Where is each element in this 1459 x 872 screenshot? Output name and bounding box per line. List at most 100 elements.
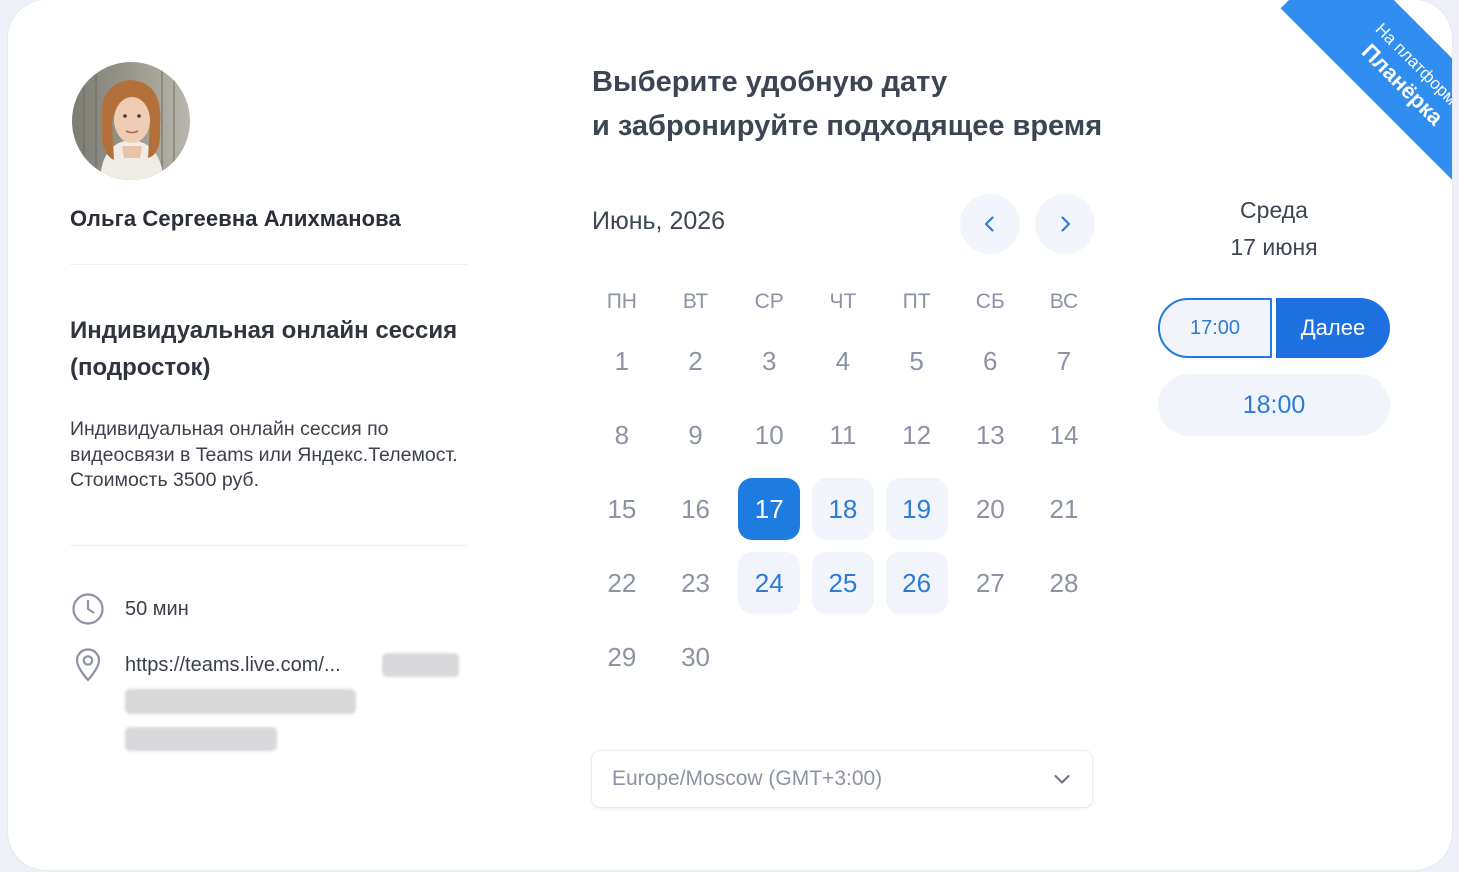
- location-pin-icon: [70, 647, 106, 683]
- calendar-day: 29: [585, 620, 659, 694]
- calendar-day: 8: [585, 398, 659, 472]
- calendar-week-row: 15 16 17 18 19 20 21: [585, 472, 1101, 546]
- redacted-text: [125, 689, 356, 714]
- calendar-empty-cell: [1027, 620, 1101, 694]
- calendar-day: 10: [732, 398, 806, 472]
- weekday-label: ВС: [1049, 290, 1079, 313]
- calendar-day-number: 29: [607, 641, 637, 672]
- calendar-day: 7: [1027, 324, 1101, 398]
- calendar-day-number: 30: [681, 641, 710, 672]
- selected-day-heading: Среда 17 июня: [1158, 192, 1390, 266]
- calendar-day: 11: [806, 398, 880, 472]
- calendar-day-number: 25: [811, 552, 874, 614]
- calendar-empty-cell: [806, 620, 880, 694]
- heading-line-2: и забронируйте подходящее время: [592, 110, 1103, 142]
- calendar-day-number: 8: [614, 419, 630, 450]
- calendar-day-available[interactable]: 24: [732, 546, 806, 620]
- calendar-day-number: 26: [885, 552, 948, 614]
- month-label: Июнь, 2026: [592, 207, 726, 235]
- calendar-day-number: 16: [681, 493, 710, 524]
- weekday-label: ПТ: [902, 290, 931, 313]
- platform-ribbon[interactable]: На платформе Планёрка: [1280, 0, 1452, 207]
- calendar-day-number: 13: [975, 419, 1005, 450]
- calendar-days: 1 2 3 4 5 6 7 8 9 10 11 12 13 14 15 16 17 18 19 20 21 22 23 24 2…: [585, 324, 1101, 694]
- avatar-photo: [72, 62, 190, 180]
- calendar-day-number: 19: [885, 478, 948, 540]
- calendar-day-number: 12: [902, 419, 932, 450]
- timezone-value: Europe/Moscow (GMT+3:00): [612, 767, 883, 790]
- calendar-day: 1: [585, 324, 659, 398]
- calendar-day: 14: [1027, 398, 1101, 472]
- calendar-day: 21: [1027, 472, 1101, 546]
- calendar-day: 15: [585, 472, 659, 546]
- clock-icon: [70, 591, 106, 627]
- calendar-day-available[interactable]: 26: [880, 546, 954, 620]
- avatar: [72, 62, 190, 180]
- calendar-empty-cell: [953, 620, 1027, 694]
- chevron-left-icon: [984, 216, 994, 232]
- prev-month-button[interactable]: [960, 194, 1020, 254]
- calendar-day-number: 10: [754, 419, 784, 450]
- chevron-down-icon: [1054, 775, 1070, 784]
- location-link[interactable]: https://teams.live.com/...: [125, 654, 341, 677]
- next-button[interactable]: Далее: [1276, 298, 1390, 358]
- calendar-day-number: 3: [761, 345, 777, 376]
- calendar-day-number: 20: [975, 493, 1005, 524]
- calendar-day-number: 15: [607, 493, 637, 524]
- calendar-day: 23: [659, 546, 733, 620]
- time-slot-selected[interactable]: 17:00: [1158, 298, 1272, 358]
- calendar-day-number: 28: [1049, 567, 1079, 598]
- weekday-header: ПН ВТ СР ЧТ ПТ СБ ВС: [585, 280, 1101, 324]
- calendar-day-number: 22: [607, 567, 637, 598]
- calendar-day: 22: [585, 546, 659, 620]
- weekday-label: ВТ: [682, 290, 709, 313]
- calendar-day: 20: [953, 472, 1027, 546]
- selected-date: 17 июня: [1230, 234, 1318, 260]
- calendar-day-number: 1: [614, 345, 630, 376]
- calendar-day-number: 14: [1049, 419, 1079, 450]
- selected-weekday: Среда: [1240, 197, 1308, 223]
- next-month-button[interactable]: [1035, 194, 1095, 254]
- calendar-day-available[interactable]: 25: [806, 546, 880, 620]
- calendar-day: 5: [880, 324, 954, 398]
- calendar-day-number: 21: [1049, 493, 1079, 524]
- calendar-day: 27: [953, 546, 1027, 620]
- timezone-select[interactable]: Europe/Moscow (GMT+3:00): [592, 751, 1092, 807]
- calendar-day-available[interactable]: 18: [806, 472, 880, 546]
- calendar-day: 4: [806, 324, 880, 398]
- weekday-label: СР: [754, 290, 784, 313]
- calendar-day: 9: [659, 398, 733, 472]
- calendar-grid: ПН ВТ СР ЧТ ПТ СБ ВС 1 2 3 4 5 6 7 8 9 10 11 12 13 14 15 16 17…: [585, 280, 1101, 694]
- calendar-day: 30: [659, 620, 733, 694]
- calendar-week-row: 22 23 24 25 26 27 28: [585, 546, 1101, 620]
- duration-row: 50 мин: [70, 591, 189, 627]
- calendar-day-selected[interactable]: 17: [732, 472, 806, 546]
- weekday-label: ПН: [606, 290, 637, 313]
- calendar-week-row: 8 9 10 11 12 13 14: [585, 398, 1101, 472]
- calendar-week-row: 1 2 3 4 5 6 7: [585, 324, 1101, 398]
- booking-card: Ольга Сергеевна Алихманова Индивидуальна…: [8, 0, 1452, 870]
- redacted-text: [125, 727, 277, 751]
- calendar-day: 12: [880, 398, 954, 472]
- weekday-label: СБ: [975, 290, 1005, 313]
- calendar-day-number: 4: [835, 345, 851, 376]
- duration-text: 50 мин: [125, 597, 189, 620]
- divider: [70, 264, 468, 265]
- calendar-day-number: 18: [811, 478, 874, 540]
- heading-line-1: Выберите удобную дату: [592, 66, 948, 98]
- calendar-day-number: 23: [681, 567, 710, 598]
- calendar-day-available[interactable]: 19: [880, 472, 954, 546]
- weekday-label: ЧТ: [829, 290, 857, 313]
- calendar-day-number: 17: [738, 478, 801, 540]
- calendar-day: 13: [953, 398, 1027, 472]
- host-name: Ольга Сергеевна Алихманова: [70, 206, 401, 231]
- calendar-day-number: 9: [688, 419, 703, 450]
- calendar-empty-cell: [880, 620, 954, 694]
- calendar-day-number: 24: [738, 552, 801, 614]
- time-slot[interactable]: 18:00: [1158, 374, 1390, 436]
- calendar-day-number: 6: [983, 345, 998, 376]
- calendar-day: 16: [659, 472, 733, 546]
- calendar-day-number: 5: [909, 345, 924, 376]
- event-title: Индивидуальная онлайн сессия (подросток): [70, 317, 458, 381]
- calendar-day: 6: [953, 324, 1027, 398]
